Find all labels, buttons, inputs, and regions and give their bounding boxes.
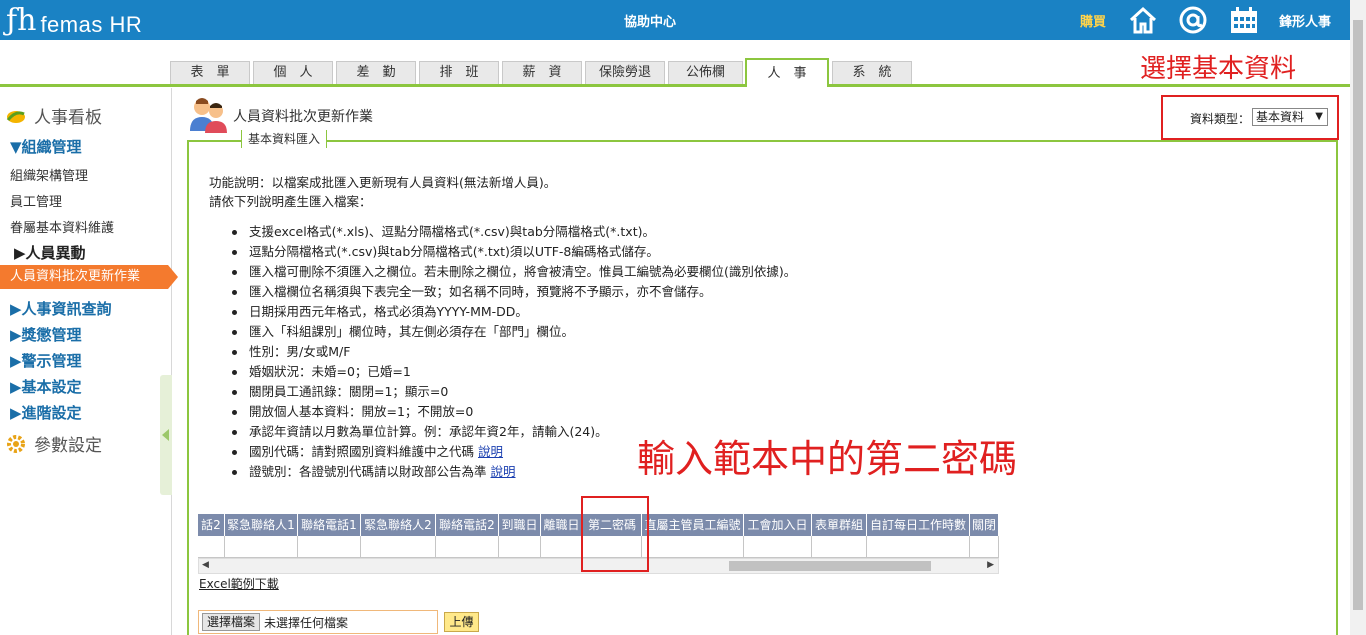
- list-item: 支援excel格式(*.xls)、逗點分隔檔格式(*.csv)與tab分隔檔格式…: [232, 224, 796, 244]
- table-cell: [198, 536, 225, 558]
- tab-forms[interactable]: 表 單: [170, 61, 250, 84]
- tab-salary[interactable]: 薪 資: [502, 61, 582, 84]
- home-icon[interactable]: [1128, 6, 1158, 34]
- chevron-down-icon: ▼: [1315, 111, 1323, 122]
- leaf-icon: [6, 110, 25, 123]
- country-code-text: 國別代碼：請對照國別資料維護中之代碼: [249, 444, 475, 459]
- tab-personnel[interactable]: 人 事: [745, 58, 829, 87]
- list-item: 婚姻狀況：未婚=0；已婚=1: [232, 364, 796, 384]
- list-item: 匯入檔可刪除不須匯入之欄位。若未刪除之欄位，將會被清空。惟員工編號為必要欄位(識…: [232, 264, 796, 284]
- fieldset-legend: 基本資料匯入: [241, 130, 328, 148]
- tab-shift[interactable]: 排 班: [419, 61, 499, 84]
- sidebar-group-basic-settings[interactable]: ▶基本設定: [10, 376, 82, 397]
- list-item: 日期採用西元年格式，格式必須為YYYY-MM-DD。: [232, 304, 796, 324]
- type-select-value: 基本資料: [1256, 110, 1305, 124]
- list-item: 匯入檔欄位名稱須與下表完全一致；如名稱不同時，預覽將不予顯示，亦不會儲存。: [232, 284, 796, 304]
- file-status: 未選擇任何檔案: [264, 615, 349, 630]
- instruction-intro: 請依下列說明產生匯入檔案：: [209, 194, 372, 209]
- sidebar-group-query[interactable]: ▶人事資訊查詢: [10, 298, 112, 319]
- choose-file-button[interactable]: 選擇檔案: [202, 613, 261, 631]
- page-vertical-scrollbar[interactable]: [1350, 0, 1366, 635]
- table-header: 緊急聯絡人1: [225, 514, 298, 536]
- list-item: 匯入「科組課別」欄位時，其左側必須存在「部門」欄位。: [232, 324, 796, 344]
- table-cell: [298, 536, 361, 558]
- sidebar-group-changes[interactable]: ▶人員異動: [14, 242, 86, 263]
- logo-text: femas HR: [40, 12, 143, 37]
- user-name[interactable]: 鋒形人事: [1279, 11, 1331, 30]
- scroll-left-icon[interactable]: ◀: [202, 560, 209, 570]
- table-header: 聯絡電話1: [298, 514, 361, 536]
- help-center-link[interactable]: 協助中心: [600, 11, 700, 30]
- tab-system[interactable]: 系 統: [832, 61, 912, 84]
- sidebar-head-label: 人事看板: [34, 108, 102, 128]
- top-bar: ƒh femas HR 協助中心 購買 鋒形人事: [0, 0, 1350, 40]
- annotation-select-basic: 選擇基本資料: [1140, 54, 1297, 84]
- table-header: 自訂每日工作時數: [867, 514, 970, 536]
- table-cell: [867, 536, 970, 558]
- sidebar-group-advanced-settings[interactable]: ▶進階設定: [10, 402, 82, 423]
- sidebar-collapse-handle[interactable]: [160, 375, 172, 495]
- sidebar-group-org[interactable]: ▼組織管理: [10, 136, 82, 157]
- table-cell: [361, 536, 436, 558]
- sidebar-item-employees[interactable]: 員工管理: [10, 191, 62, 210]
- scrollbar-thumb[interactable]: [729, 561, 931, 571]
- table-cell: [499, 536, 541, 558]
- buy-link[interactable]: 購買: [1080, 11, 1106, 30]
- scroll-right-icon[interactable]: ▶: [987, 560, 994, 570]
- sidebar-item-org-chart[interactable]: 組織架構管理: [10, 165, 88, 184]
- table-header: 關閉: [970, 514, 999, 536]
- list-item: 關閉員工通訊錄：關閉=1；顯示=0: [232, 384, 796, 404]
- femas-logo[interactable]: ƒh femas HR: [6, 4, 142, 38]
- tab-personal[interactable]: 個 人: [253, 61, 333, 84]
- type-label: 資料類型：: [1190, 112, 1251, 126]
- table-header: 直屬主管員工編號: [642, 514, 744, 536]
- table-cell: [541, 536, 583, 558]
- table-header: 工會加入日: [744, 514, 812, 536]
- list-item: 性別：男/女或M/F: [232, 344, 796, 364]
- country-code-help-link[interactable]: 說明: [478, 444, 503, 459]
- table-cell: [225, 536, 298, 558]
- sidebar-group-rewards[interactable]: ▶獎懲管理: [10, 324, 82, 345]
- table-header: 到職日: [499, 514, 541, 536]
- tab-attendance[interactable]: 差 勤: [336, 61, 416, 84]
- table-cell: [642, 536, 744, 558]
- tab-insurance[interactable]: 保險勞退: [585, 61, 665, 84]
- cert-code-text: 證號別：各證號別代碼請以財政部公告為準: [249, 464, 487, 479]
- sidebar-head-dashboard[interactable]: 人事看板: [6, 103, 102, 128]
- sidebar: 人事看板 ▼組織管理 組織架構管理 員工管理 眷屬基本資料維護 ▶人員異動 人員…: [0, 88, 178, 635]
- table-cell: [744, 536, 812, 558]
- table-header: 話2: [198, 514, 225, 536]
- annotation-second-password: 輸入範本中的第二密碼: [637, 437, 1018, 481]
- vertical-scrollbar-thumb[interactable]: [1353, 20, 1363, 610]
- table-header: 離職日: [541, 514, 583, 536]
- logo-mark-icon: ƒh: [6, 3, 37, 38]
- calendar-icon[interactable]: [1229, 6, 1259, 34]
- table-cell: [436, 536, 499, 558]
- table-cell: [812, 536, 867, 558]
- sidebar-group-alerts[interactable]: ▶警示管理: [10, 350, 82, 371]
- type-select[interactable]: 基本資料 ▼: [1252, 108, 1328, 126]
- tab-bulletin[interactable]: 公佈欄: [668, 61, 743, 84]
- gear-icon: [7, 434, 25, 453]
- sidebar-item-dependents[interactable]: 眷屬基本資料維護: [10, 217, 114, 236]
- cert-code-help-link[interactable]: 說明: [491, 464, 516, 479]
- at-icon[interactable]: [1178, 6, 1208, 34]
- page-title: 人員資料批次更新作業: [233, 109, 373, 125]
- function-description: 功能說明：以檔案成批匯入更新現有人員資料(無法新增人員)。: [209, 175, 557, 190]
- excel-sample-download-link[interactable]: Excel範例下載: [199, 575, 279, 592]
- people-icon: [190, 98, 227, 133]
- list-item: 開放個人基本資料：開放=1；不開放=0: [232, 404, 796, 424]
- table-header: 緊急聯絡人2: [361, 514, 436, 536]
- upload-button[interactable]: 上傳: [444, 612, 479, 632]
- table-header: 聯絡電話2: [436, 514, 499, 536]
- list-item: 逗點分隔檔格式(*.csv)與tab分隔檔格式(*.txt)須以UTF-8編碼格…: [232, 244, 796, 264]
- sidebar-item-batch-update[interactable]: 人員資料批次更新作業: [0, 265, 178, 289]
- sidebar-head-params-label: 參數設定: [34, 436, 102, 456]
- sidebar-head-params[interactable]: 參數設定: [6, 431, 102, 456]
- table-header: 表單群組: [812, 514, 867, 536]
- file-input[interactable]: 選擇檔案 未選擇任何檔案: [198, 610, 438, 634]
- second-password-highlight: [581, 496, 649, 572]
- table-cell: [970, 536, 999, 558]
